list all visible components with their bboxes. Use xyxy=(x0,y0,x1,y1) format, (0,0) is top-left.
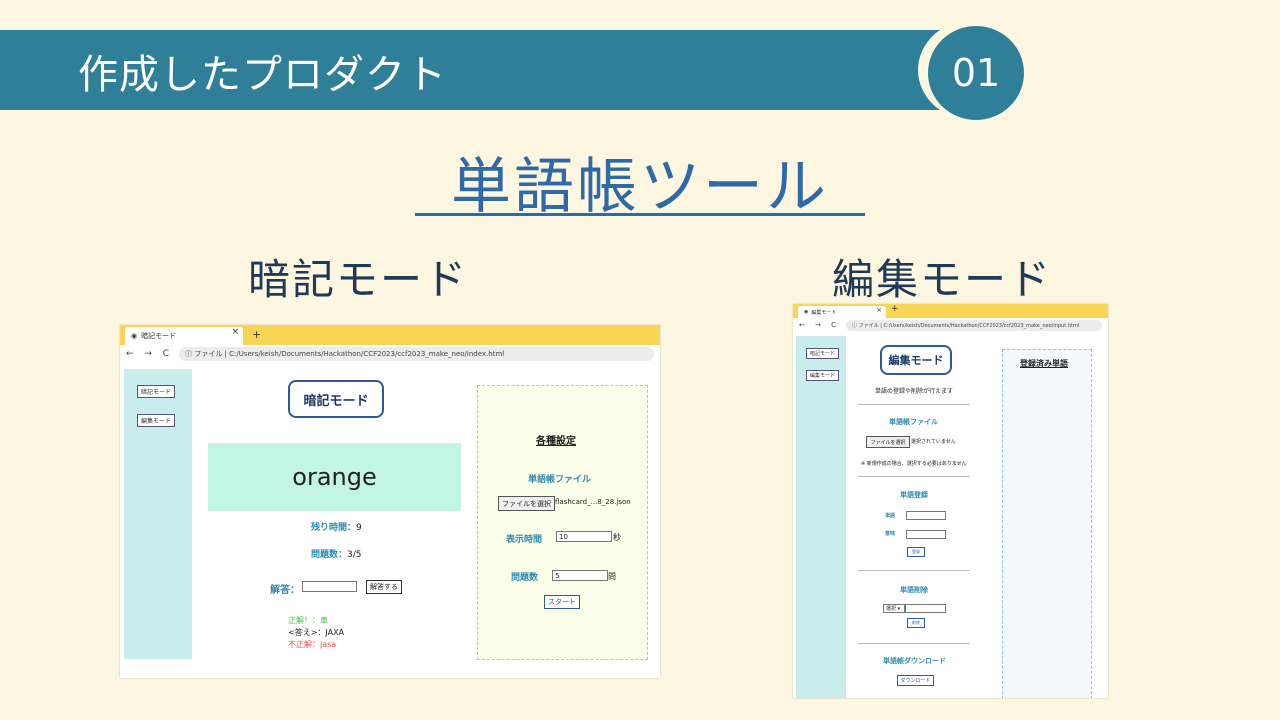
edit-subtitle: 単語の登録や削除が行えます xyxy=(875,388,954,395)
wrong-result: 不正解：jasa xyxy=(288,640,337,649)
tab-title: 編集モード xyxy=(811,309,837,316)
browser-tab[interactable]: ◉ 編集モード × xyxy=(798,306,886,318)
answer-input[interactable] xyxy=(302,581,357,592)
question-count-value: 3/5 xyxy=(347,550,362,560)
main-title: 単語帳ツール xyxy=(451,152,829,222)
memorize-mode-screenshot: ◉ 暗記モード × + ← → C ⓘ ファイル | C:/Users/keis… xyxy=(120,325,660,678)
question-count-unit: 問 xyxy=(608,572,616,581)
delete-section-label: 単語削除 xyxy=(900,586,928,594)
answer-line: <答え>：JAXA xyxy=(288,628,345,637)
flashcard-word: orange xyxy=(208,443,461,511)
mode-badge: 編集モード xyxy=(880,345,952,375)
new-tab-icon[interactable]: + xyxy=(252,328,261,341)
word-label: 単語 xyxy=(885,513,896,519)
browser-tab[interactable]: ◉ 暗記モード × xyxy=(125,327,243,345)
sidebar-item-edit[interactable]: 編集モード xyxy=(137,414,176,427)
meaning-label: 意味 xyxy=(885,531,896,537)
sidebar-item-memorize[interactable]: 暗記モード xyxy=(806,348,840,359)
register-button[interactable]: 登録 xyxy=(907,547,925,557)
display-time-label: 表示時間 xyxy=(506,535,543,545)
edit-mode-screenshot: ◉ 編集モード × + ← → C ⓘ ファイル | C:/Users/keis… xyxy=(793,304,1108,698)
divider xyxy=(858,476,970,477)
browser-tab-bar: ◉ 編集モード × + xyxy=(793,304,1108,318)
tab-close-icon[interactable]: × xyxy=(231,327,239,337)
download-button[interactable]: ダウンロード xyxy=(897,675,934,686)
nav-buttons[interactable]: ← → C xyxy=(799,321,840,329)
tab-close-icon[interactable]: × xyxy=(876,306,882,314)
sidebar-item-memorize[interactable]: 暗記モード xyxy=(137,385,176,398)
download-section-label: 単語帳ダウンロード xyxy=(883,657,946,665)
remaining-time-label: 残り時間： xyxy=(311,523,357,533)
memorize-mode-label: 暗記モード xyxy=(248,255,469,304)
remaining-time: 残り時間：9 xyxy=(311,520,362,533)
settings-title: 各種設定 xyxy=(536,436,576,447)
file-section-label: 単語帳ファイル xyxy=(528,475,592,485)
register-section-label: 単語登録 xyxy=(900,491,928,499)
selected-file-name: flashcard_...8_28.json xyxy=(555,498,631,506)
choose-file-button[interactable]: ファイルを選択 xyxy=(866,436,910,448)
file-section-label: 単語帳ファイル xyxy=(889,418,938,426)
sidebar: 暗記モード 編集モード xyxy=(124,369,192,659)
divider xyxy=(858,404,970,405)
meaning-input[interactable] xyxy=(906,530,946,539)
tab-title: 暗記モード xyxy=(141,332,177,340)
sidebar: 暗記モード 編集モード xyxy=(796,336,846,698)
globe-icon: ◉ xyxy=(131,332,138,340)
slide-header-title: 作成したプロダクト xyxy=(78,52,447,98)
address-bar: ← → C ⓘ ファイル | C:/Users/keish/Documents/… xyxy=(120,345,660,363)
divider xyxy=(858,643,970,644)
registered-words-panel: 登録済み単語 xyxy=(1002,349,1092,698)
display-time-input[interactable]: 10 xyxy=(556,531,612,542)
new-tab-icon[interactable]: + xyxy=(891,304,899,314)
sidebar-item-edit[interactable]: 編集モード xyxy=(806,370,840,381)
delete-word-input[interactable] xyxy=(905,604,946,613)
address-bar: ← → C ⓘ ファイル | C:/Users/keish/Documents/… xyxy=(793,318,1108,332)
word-input[interactable] xyxy=(906,511,946,520)
file-status: 選択されていません xyxy=(911,439,956,445)
browser-tab-bar: ◉ 暗記モード × + xyxy=(120,325,660,345)
question-count-input[interactable]: 5 xyxy=(552,570,608,581)
settings-panel: 各種設定 単語帳ファイル ファイルを選択 flashcard_...8_28.j… xyxy=(477,385,648,660)
question-count: 問題数：3/5 xyxy=(311,547,362,560)
word-select[interactable]: 選択 ▾ xyxy=(883,604,905,613)
edit-mode-label: 編集モード xyxy=(832,255,1053,304)
correct-result: 正解！：車 xyxy=(288,616,328,625)
file-note: ※ 新規作成の場合、選択する必要はありません xyxy=(861,461,967,467)
question-count-label: 問題数： xyxy=(311,550,348,560)
nav-buttons[interactable]: ← → C xyxy=(126,349,173,359)
mode-badge: 暗記モード xyxy=(288,380,384,418)
registered-words-title: 登録済み単語 xyxy=(1020,359,1068,368)
choose-file-button[interactable]: ファイルを選択 xyxy=(498,496,555,511)
question-count-setting-label: 問題数 xyxy=(511,573,539,583)
submit-answer-button[interactable]: 解答する xyxy=(366,580,402,594)
divider xyxy=(858,570,970,571)
start-button[interactable]: スタート xyxy=(544,595,580,609)
globe-icon: ◉ xyxy=(804,309,809,315)
url-field[interactable]: ⓘ ファイル | C:/Users/keish/Documents/Hackat… xyxy=(846,319,1102,331)
display-time-unit: 秒 xyxy=(613,533,621,542)
answer-label: 解答： xyxy=(270,585,300,596)
delete-button[interactable]: 削除 xyxy=(907,618,925,628)
url-field[interactable]: ⓘ ファイル | C:/Users/keish/Documents/Hackat… xyxy=(179,347,654,361)
title-underline xyxy=(415,213,865,216)
slide-number-badge: 01 xyxy=(928,26,1024,120)
remaining-time-value: 9 xyxy=(356,523,362,533)
